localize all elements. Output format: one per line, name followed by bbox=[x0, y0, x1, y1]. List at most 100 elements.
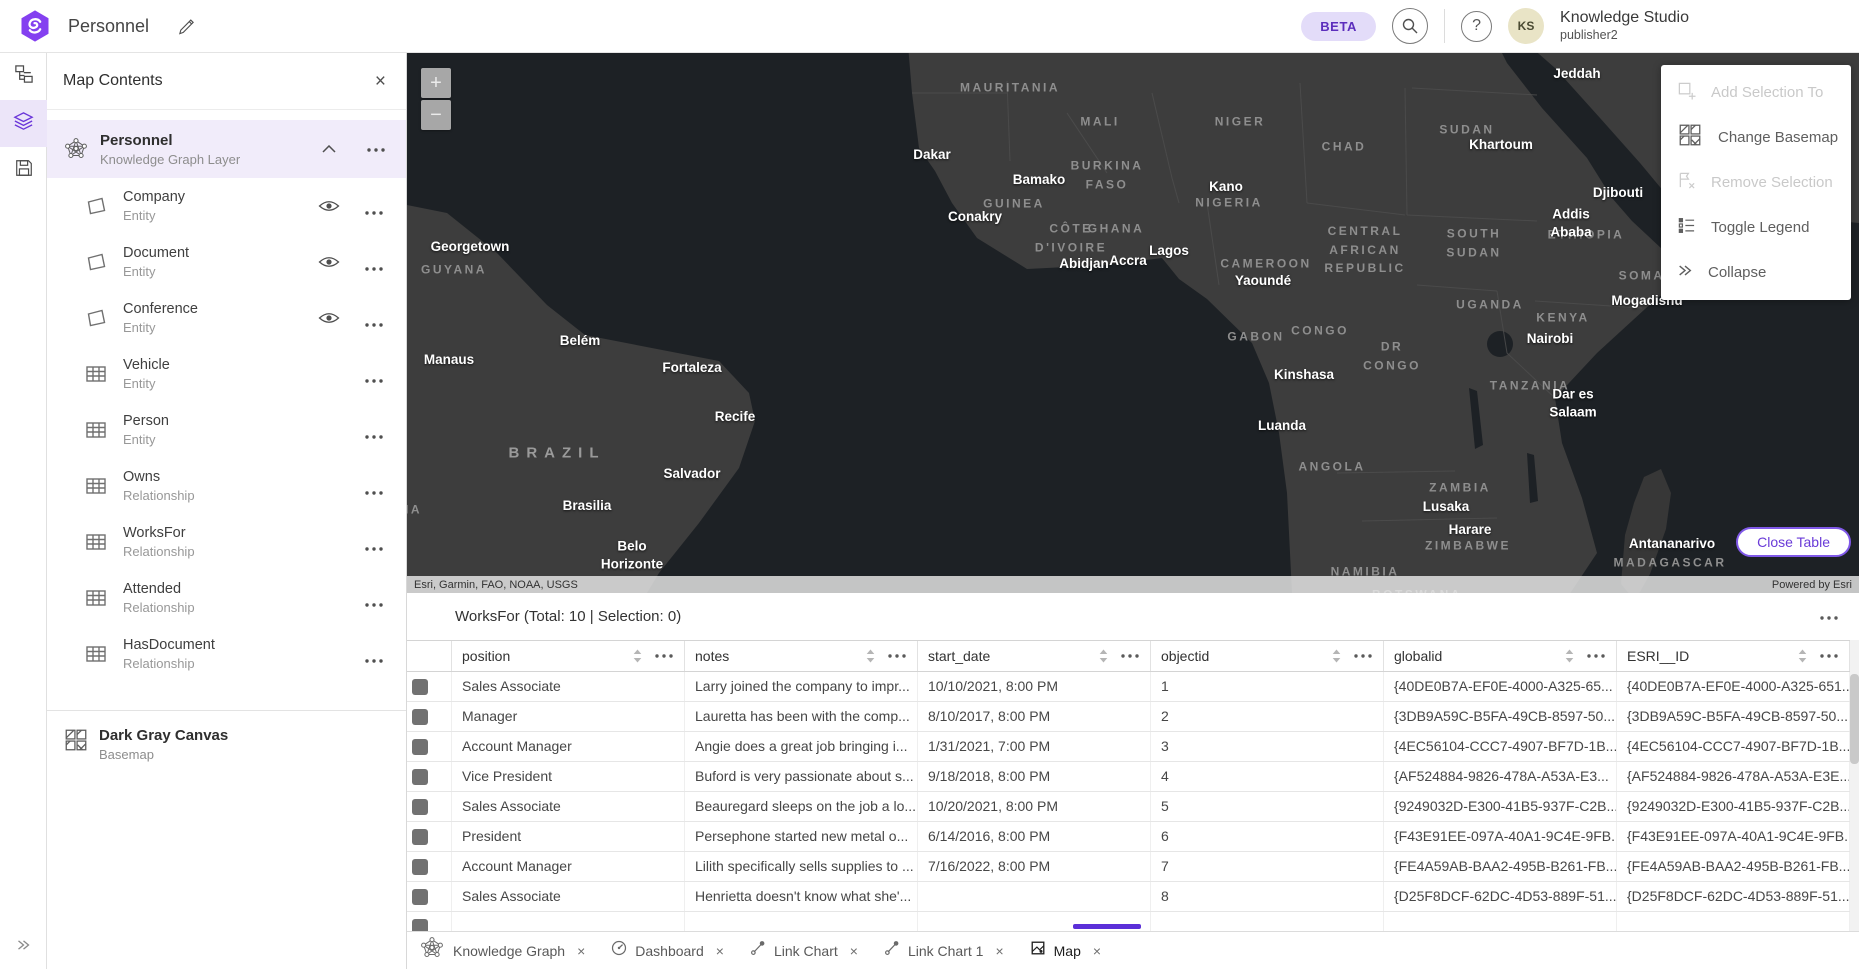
layer-type: Entity bbox=[123, 264, 189, 279]
tab-link-chart-1[interactable]: Link Chart 1× bbox=[884, 940, 1004, 961]
help-button[interactable]: ? bbox=[1461, 11, 1492, 42]
edit-title-pencil-icon[interactable] bbox=[177, 17, 196, 36]
sort-icon[interactable] bbox=[866, 649, 875, 663]
layer-options-icon[interactable] bbox=[364, 595, 384, 613]
layer-row-worksfor[interactable]: WorksForRelationship bbox=[47, 514, 406, 570]
row-checkbox[interactable] bbox=[412, 739, 428, 755]
layer-row-person[interactable]: PersonEntity bbox=[47, 402, 406, 458]
layer-row-vehicle[interactable]: VehicleEntity bbox=[47, 346, 406, 402]
close-tab-icon[interactable]: × bbox=[1093, 944, 1101, 958]
group-options-icon[interactable] bbox=[366, 140, 386, 158]
close-tab-icon[interactable]: × bbox=[995, 944, 1003, 958]
scrollbar-thumb[interactable] bbox=[1850, 674, 1859, 764]
table-row[interactable]: Account ManagerAngie does a great job br… bbox=[407, 732, 1850, 762]
legend-icon bbox=[1677, 216, 1696, 240]
column-menu-icon[interactable] bbox=[1353, 653, 1373, 659]
sort-icon[interactable] bbox=[1798, 649, 1807, 663]
row-checkbox[interactable] bbox=[412, 769, 428, 785]
layer-options-icon[interactable] bbox=[364, 203, 384, 221]
row-checkbox[interactable] bbox=[412, 679, 428, 695]
visibility-eye-icon[interactable] bbox=[318, 199, 340, 218]
row-checkbox[interactable] bbox=[412, 889, 428, 905]
map-label-country: ZIMBABWE bbox=[1425, 537, 1511, 556]
layer-options-icon[interactable] bbox=[364, 651, 384, 669]
close-tab-icon[interactable]: × bbox=[850, 944, 858, 958]
map-label-city: Addis Ababa bbox=[1550, 205, 1591, 240]
column-menu-icon[interactable] bbox=[887, 653, 907, 659]
visibility-eye-icon[interactable] bbox=[318, 311, 340, 330]
column-header-esri__id[interactable]: ESRI__ID bbox=[1617, 641, 1850, 671]
table-row[interactable]: PresidentPersephone started new metal o.… bbox=[407, 822, 1850, 852]
layer-options-icon[interactable] bbox=[364, 315, 384, 333]
menu-item-collapse[interactable]: Collapse bbox=[1661, 250, 1851, 295]
row-checkbox[interactable] bbox=[412, 919, 428, 932]
row-checkbox[interactable] bbox=[412, 709, 428, 725]
user-menu[interactable]: Knowledge Studio publisher2 bbox=[1560, 8, 1689, 44]
rail-item-project[interactable] bbox=[0, 53, 47, 100]
menu-item-change-basemap[interactable]: Change Basemap bbox=[1661, 115, 1851, 160]
column-header-notes[interactable]: notes bbox=[685, 641, 918, 671]
column-menu-icon[interactable] bbox=[1120, 653, 1140, 659]
sort-icon[interactable] bbox=[1332, 649, 1341, 663]
table-horizontal-scroll-thumb[interactable] bbox=[1073, 924, 1141, 929]
table-row[interactable]: Vice PresidentBuford is very passionate … bbox=[407, 762, 1850, 792]
layer-row-company[interactable]: CompanyEntity bbox=[47, 178, 406, 234]
layer-row-owns[interactable]: OwnsRelationship bbox=[47, 458, 406, 514]
row-checkbox[interactable] bbox=[412, 799, 428, 815]
map-canvas[interactable]: MAURITANIAMALINIGERCHADSUDANBURKINA FASO… bbox=[407, 53, 1859, 593]
column-header-objectid[interactable]: objectid bbox=[1151, 641, 1384, 671]
column-header-position[interactable]: position bbox=[452, 641, 685, 671]
layer-row-conference[interactable]: ConferenceEntity bbox=[47, 290, 406, 346]
basemap-row[interactable]: Dark Gray Canvas Basemap bbox=[47, 711, 406, 762]
tab-dashboard[interactable]: Dashboard× bbox=[611, 940, 724, 961]
table-row[interactable]: Sales AssociateLarry joined the company … bbox=[407, 672, 1850, 702]
table-row[interactable]: Account ManagerLilith specifically sells… bbox=[407, 852, 1850, 882]
tab-knowledge-graph[interactable]: Knowledge Graph× bbox=[419, 935, 585, 966]
table-row[interactable]: Sales AssociateBeauregard sleeps on the … bbox=[407, 792, 1850, 822]
close-tab-icon[interactable]: × bbox=[716, 944, 724, 958]
tab-map[interactable]: Map× bbox=[1030, 940, 1101, 961]
layer-group-personnel[interactable]: Personnel Knowledge Graph Layer bbox=[47, 120, 406, 178]
close-panel-icon[interactable]: × bbox=[375, 72, 386, 91]
layer-options-icon[interactable] bbox=[364, 259, 384, 277]
layer-options-icon[interactable] bbox=[364, 371, 384, 389]
table-row[interactable]: ManagerLauretta has been with the comp..… bbox=[407, 702, 1850, 732]
table-vertical-scrollbar[interactable] bbox=[1850, 640, 1859, 931]
close-table-button[interactable]: Close Table bbox=[1736, 527, 1851, 557]
menu-item-toggle-legend[interactable]: Toggle Legend bbox=[1661, 205, 1851, 250]
column-menu-icon[interactable] bbox=[1586, 653, 1606, 659]
close-tab-icon[interactable]: × bbox=[577, 944, 585, 958]
row-checkbox[interactable] bbox=[412, 859, 428, 875]
table-icon bbox=[84, 418, 108, 442]
sort-icon[interactable] bbox=[633, 649, 642, 663]
rail-item-save[interactable] bbox=[0, 147, 47, 194]
column-menu-icon[interactable] bbox=[654, 653, 674, 659]
avatar[interactable]: KS bbox=[1508, 8, 1544, 44]
zoom-in-button[interactable]: + bbox=[421, 68, 451, 98]
column-header-globalid[interactable]: globalid bbox=[1384, 641, 1617, 671]
table-cell: {D25F8DCF-62DC-4D53-889F-51... bbox=[1617, 882, 1850, 911]
rail-item-map-contents[interactable] bbox=[0, 100, 47, 147]
layer-options-icon[interactable] bbox=[364, 427, 384, 445]
layer-row-hasdocument[interactable]: HasDocumentRelationship bbox=[47, 626, 406, 682]
expand-rail-button[interactable] bbox=[0, 927, 47, 963]
table-cell: Persephone started new metal o... bbox=[685, 822, 918, 851]
layer-options-icon[interactable] bbox=[364, 483, 384, 501]
collapse-group-chevron-icon[interactable] bbox=[322, 140, 336, 158]
gauge-icon bbox=[611, 940, 627, 961]
row-checkbox[interactable] bbox=[412, 829, 428, 845]
layer-row-document[interactable]: DocumentEntity bbox=[47, 234, 406, 290]
visibility-eye-icon[interactable] bbox=[318, 255, 340, 274]
search-button[interactable] bbox=[1392, 8, 1428, 44]
table-icon bbox=[84, 474, 108, 498]
zoom-out-button[interactable]: − bbox=[421, 100, 451, 130]
sort-icon[interactable] bbox=[1099, 649, 1108, 663]
table-row[interactable]: Sales AssociateHenrietta doesn't know wh… bbox=[407, 882, 1850, 912]
table-options-icon[interactable] bbox=[1819, 608, 1839, 626]
layer-options-icon[interactable] bbox=[364, 539, 384, 557]
column-menu-icon[interactable] bbox=[1819, 653, 1839, 659]
layer-row-attended[interactable]: AttendedRelationship bbox=[47, 570, 406, 626]
sort-icon[interactable] bbox=[1565, 649, 1574, 663]
column-header-start_date[interactable]: start_date bbox=[918, 641, 1151, 671]
tab-link-chart[interactable]: Link Chart× bbox=[750, 940, 858, 961]
